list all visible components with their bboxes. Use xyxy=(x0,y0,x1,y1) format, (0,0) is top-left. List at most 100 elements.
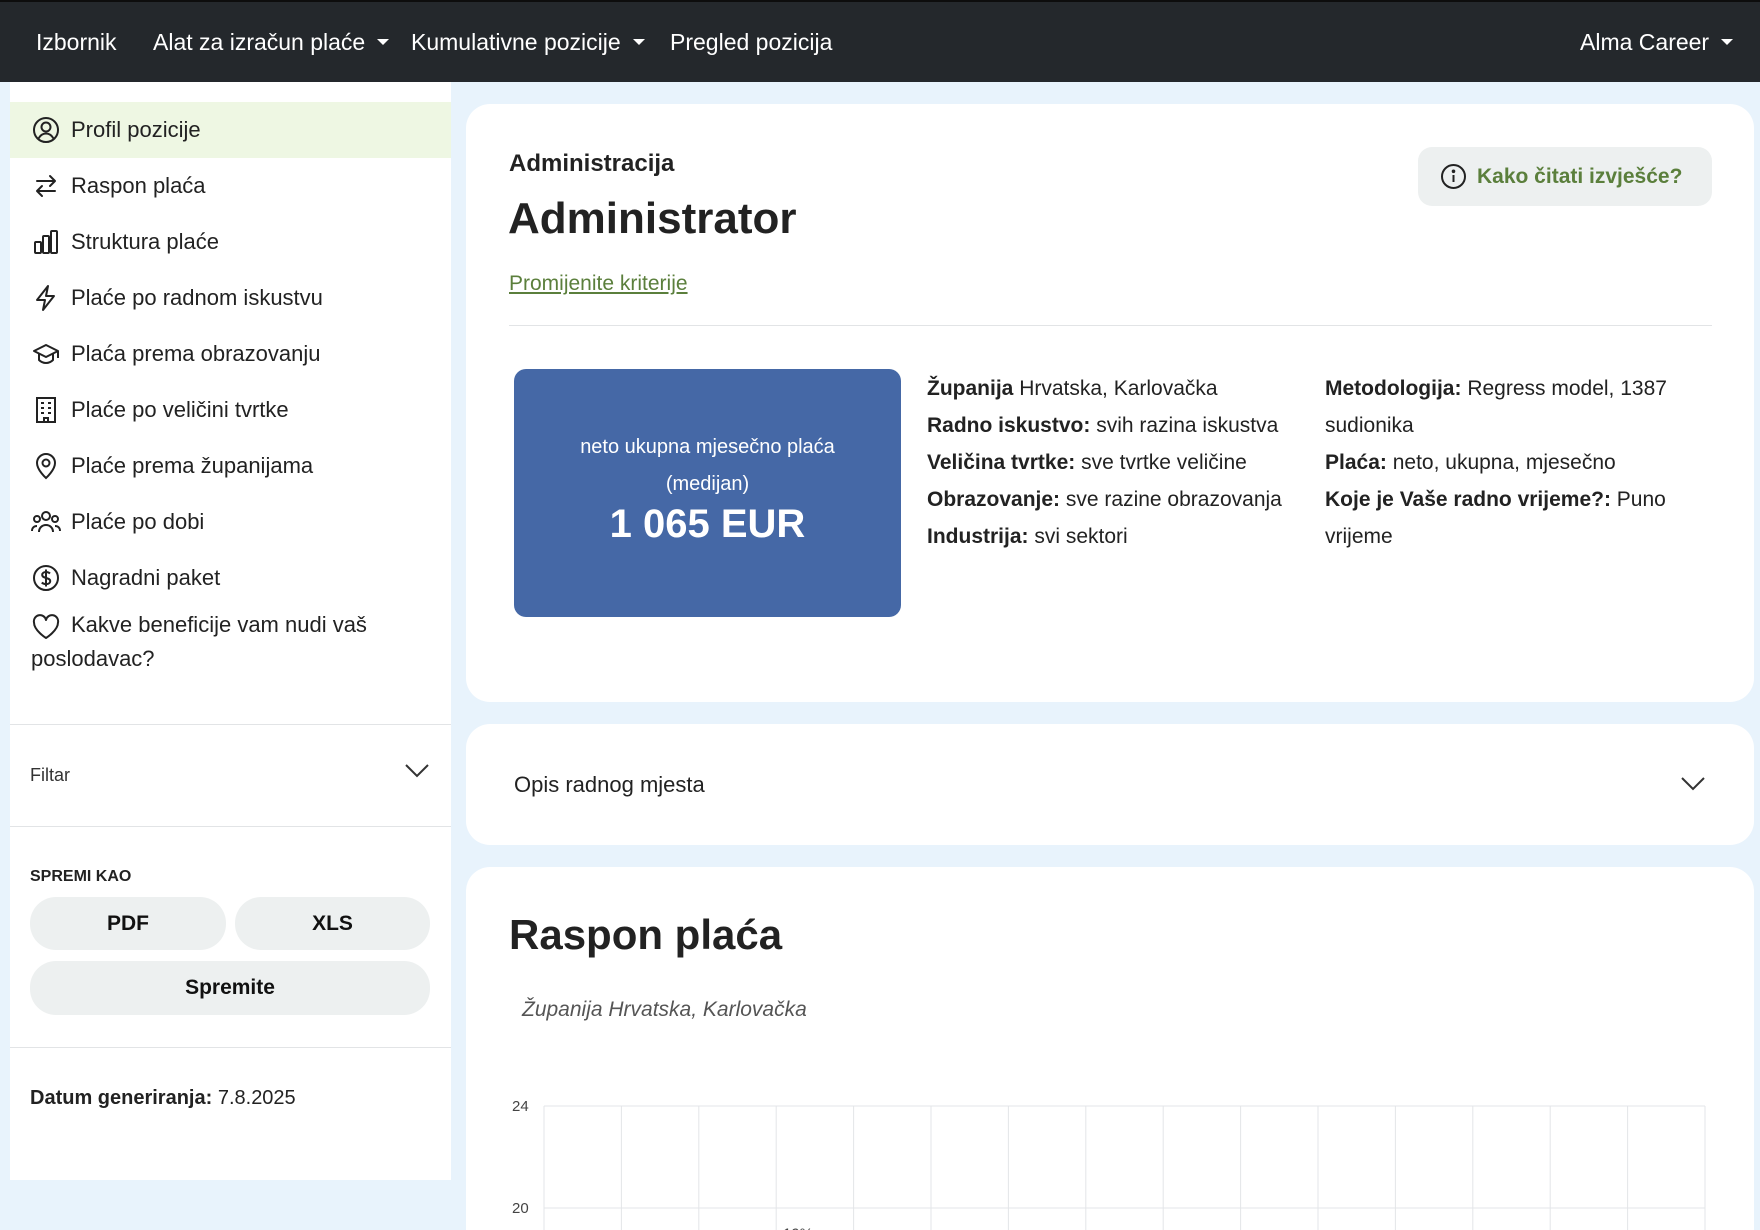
sidebar-item-age[interactable]: Plaće po dobi xyxy=(10,494,451,550)
criteria-value-continued: sudionika xyxy=(1325,414,1414,437)
sidebar-item-salary-structure[interactable]: Struktura plaće xyxy=(10,214,451,270)
user-circle-icon xyxy=(31,115,61,145)
sidebar: Profil pozicije Raspon plaća Struktura p… xyxy=(10,82,451,1180)
page-title: Administrator xyxy=(508,194,797,243)
salary-range-chart: 24 20 19% xyxy=(512,1098,1706,1230)
top-navbar: Izbornik Alat za izračun plaće Kumulativ… xyxy=(0,0,1760,82)
criteria-right-list: Metodologija: Regress model, 1387 sudion… xyxy=(1325,370,1725,555)
nav-overview-label: Pregled pozicija xyxy=(670,28,833,55)
job-category: Administracija xyxy=(509,150,675,177)
sidebar-item-label: Plaće po veličini tvrtke xyxy=(71,397,289,422)
graduation-cap-icon xyxy=(31,339,61,369)
generation-date: Datum generiranja: 7.8.2025 xyxy=(30,1087,296,1110)
criteria-value: Puno xyxy=(1616,488,1666,511)
bar-chart-icon xyxy=(31,227,61,257)
filter-label: Filtar xyxy=(30,765,70,785)
criteria-key: Veličina tvrtke: xyxy=(927,451,1076,474)
criteria-work-time: Koje je Vaše radno vrijeme?: Puno xyxy=(1325,481,1725,518)
sidebar-item-label: Plaća prema obrazovanju xyxy=(71,341,321,366)
arrows-swap-icon xyxy=(31,171,61,201)
median-salary-value: 1 065 EUR xyxy=(609,502,806,546)
generation-date-label: Datum generiranja: xyxy=(30,1087,213,1109)
criteria-salary-type: Plaća: neto, ukupna, mjesečno xyxy=(1325,444,1725,481)
criteria-value: svi sektori xyxy=(1034,525,1128,548)
criteria-value-continued: vrijeme xyxy=(1325,525,1393,548)
nav-menu-link[interactable]: Izbornik xyxy=(36,2,117,82)
sidebar-item-experience[interactable]: Plaće po radnom iskustvu xyxy=(10,270,451,326)
profile-divider xyxy=(509,325,1712,326)
criteria-experience: Radno iskustvo: svih razina iskustva xyxy=(927,407,1282,444)
sidebar-item-education[interactable]: Plaća prema obrazovanju xyxy=(10,326,451,382)
criteria-key: Metodologija: xyxy=(1325,377,1462,400)
sidebar-item-label: Plaće prema županijama xyxy=(71,453,314,478)
criteria-left-list: Županija Hrvatska, Karlovačka Radno isku… xyxy=(927,370,1282,555)
sidebar-item-label: Profil pozicije xyxy=(71,117,201,142)
save-as-heading: SPREMI KAO xyxy=(30,868,132,885)
sidebar-item-profile[interactable]: Profil pozicije xyxy=(10,102,451,158)
info-icon xyxy=(1440,163,1467,195)
profile-card: Administracija Administrator Promijenite… xyxy=(466,104,1754,702)
caret-down-icon xyxy=(377,39,390,45)
people-icon xyxy=(31,507,61,537)
how-to-read-label: Kako čitati izvješće? xyxy=(1477,164,1683,188)
sidebar-item-label: Struktura plaće xyxy=(71,229,219,254)
criteria-key: Industrija: xyxy=(927,525,1029,548)
dollar-circle-icon xyxy=(31,563,61,593)
criteria-company-size: Veličina tvrtke: sve tvrtke veličine xyxy=(927,444,1282,481)
criteria-value: Hrvatska, Karlovačka xyxy=(1019,377,1218,400)
caret-down-icon xyxy=(1721,39,1734,45)
nav-user-label: Alma Career xyxy=(1580,28,1710,55)
nav-cumulative-label: Kumulativne pozicije xyxy=(411,28,621,55)
sidebar-item-label: Raspon plaća xyxy=(71,173,206,198)
nav-cumulative-dropdown[interactable]: Kumulativne pozicije xyxy=(411,2,645,82)
nav-overview-link[interactable]: Pregled pozicija xyxy=(670,2,832,82)
criteria-key: Županija xyxy=(927,377,1014,400)
criteria-value: svih razina iskustva xyxy=(1096,414,1279,437)
lightning-icon xyxy=(31,283,61,313)
criteria-industry: Industrija: svi sektori xyxy=(927,518,1282,555)
bar-data-label: 19% xyxy=(783,1226,813,1230)
job-description-label: Opis radnog mjesta xyxy=(514,772,705,797)
median-salary-caption: neto ukupna mjesečno plaća xyxy=(580,436,835,458)
sidebar-item-label: Plaće po radnom iskustvu xyxy=(71,285,323,310)
sidebar-item-label: Plaće po dobi xyxy=(71,509,205,534)
location-pin-icon xyxy=(31,451,61,481)
criteria-key: Obrazovanje: xyxy=(927,488,1061,511)
sidebar-item-company-size[interactable]: Plaće po veličini tvrtke xyxy=(10,382,451,438)
y-tick-label: 20 xyxy=(512,1200,529,1217)
heart-icon xyxy=(31,612,61,642)
pdf-button[interactable]: PDF xyxy=(30,897,226,950)
nav-calculator-dropdown[interactable]: Alat za izračun plaće xyxy=(153,2,390,82)
generation-date-value: 7.8.2025 xyxy=(217,1087,296,1109)
criteria-key: Koje je Vaše radno vrijeme?: xyxy=(1325,488,1611,511)
median-salary-box: neto ukupna mjesečno plaća (medijan) 1 0… xyxy=(514,369,901,617)
sidebar-item-label: Kakve beneficije vam nudi vaš xyxy=(71,612,367,637)
sidebar-item-reward-package[interactable]: Nagradni paket xyxy=(10,550,451,606)
sidebar-divider xyxy=(10,826,451,827)
xls-button[interactable]: XLS xyxy=(235,897,430,950)
sidebar-item-salary-range[interactable]: Raspon plaća xyxy=(10,158,451,214)
criteria-value: neto, ukupna, mjesečno xyxy=(1392,451,1616,474)
median-salary-caption-sub: (medijan) xyxy=(665,473,750,495)
criteria-value: sve razine obrazovanja xyxy=(1065,488,1282,511)
chart-subtitle: Županija Hrvatska, Karlovačka xyxy=(522,998,807,1021)
sidebar-item-label: Nagradni paket xyxy=(71,565,221,590)
chevron-down-icon xyxy=(404,763,430,784)
building-icon xyxy=(31,395,61,425)
how-to-read-button[interactable]: Kako čitati izvješće? xyxy=(1418,147,1712,206)
save-button[interactable]: Spremite xyxy=(30,961,430,1015)
nav-user-dropdown[interactable]: Alma Career xyxy=(1580,2,1734,82)
change-criteria-link[interactable]: Promijenite kriterije xyxy=(509,272,688,296)
job-description-toggle[interactable]: Opis radnog mjesta xyxy=(466,724,1754,845)
caret-down-icon xyxy=(632,39,645,45)
criteria-methodology: Metodologija: Regress model, 1387 xyxy=(1325,370,1725,407)
sidebar-item-counties[interactable]: Plaće prema županijama xyxy=(10,438,451,494)
sidebar-item-benefits[interactable]: Kakve beneficije vam nudi vaš poslodavac… xyxy=(10,608,451,680)
y-tick-label: 24 xyxy=(512,1098,529,1115)
filter-toggle[interactable]: Filtar xyxy=(10,725,451,825)
criteria-education: Obrazovanje: sve razine obrazovanja xyxy=(927,481,1282,518)
criteria-key: Plaća: xyxy=(1325,451,1387,474)
section-heading: Raspon plaća xyxy=(509,911,783,958)
nav-calculator-label: Alat za izračun plaće xyxy=(153,28,366,55)
criteria-key: Radno iskustvo: xyxy=(927,414,1091,437)
